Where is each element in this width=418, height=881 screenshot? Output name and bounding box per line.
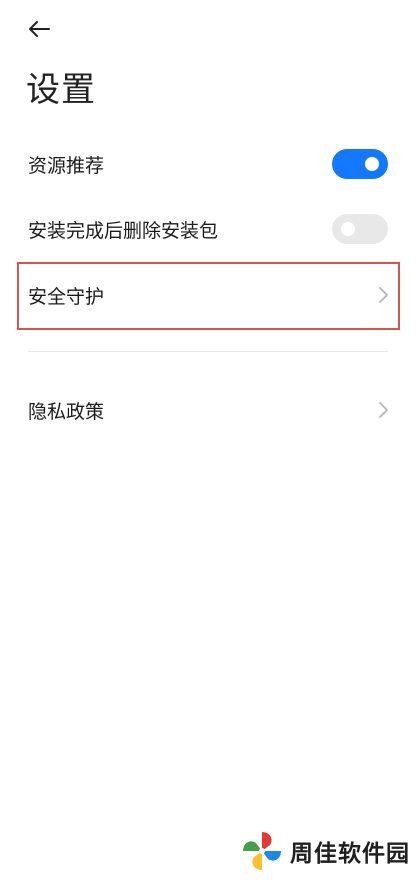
watermark-text: 周佳软件园: [290, 841, 410, 867]
toggle-knob: [365, 157, 379, 171]
watermark: 周佳软件园: [240, 829, 410, 873]
toggle-knob: [341, 222, 355, 236]
resource-recommend-toggle[interactable]: [332, 149, 388, 179]
setting-label-resource-recommend: 资源推荐: [28, 154, 105, 177]
back-button[interactable]: [22, 14, 56, 44]
setting-row-delete-package[interactable]: 安装完成后删除安装包: [0, 197, 418, 261]
page-title: 设置: [26, 70, 96, 110]
setting-row-resource-recommend[interactable]: 资源推荐: [0, 132, 418, 196]
chevron-right-icon: [379, 287, 388, 303]
setting-label-privacy-policy: 隐私政策: [28, 400, 105, 423]
setting-row-security-protection[interactable]: 安全守护: [0, 263, 418, 327]
delete-package-toggle[interactable]: [332, 214, 388, 244]
setting-label-delete-package: 安装完成后删除安装包: [28, 219, 219, 242]
pinwheel-logo-icon: [243, 832, 281, 870]
arrow-left-icon: [29, 21, 50, 37]
setting-label-security-protection: 安全守护: [28, 285, 105, 308]
setting-row-privacy-policy[interactable]: 隐私政策: [0, 378, 418, 442]
section-divider: [28, 351, 388, 352]
chevron-right-icon: [379, 402, 388, 418]
